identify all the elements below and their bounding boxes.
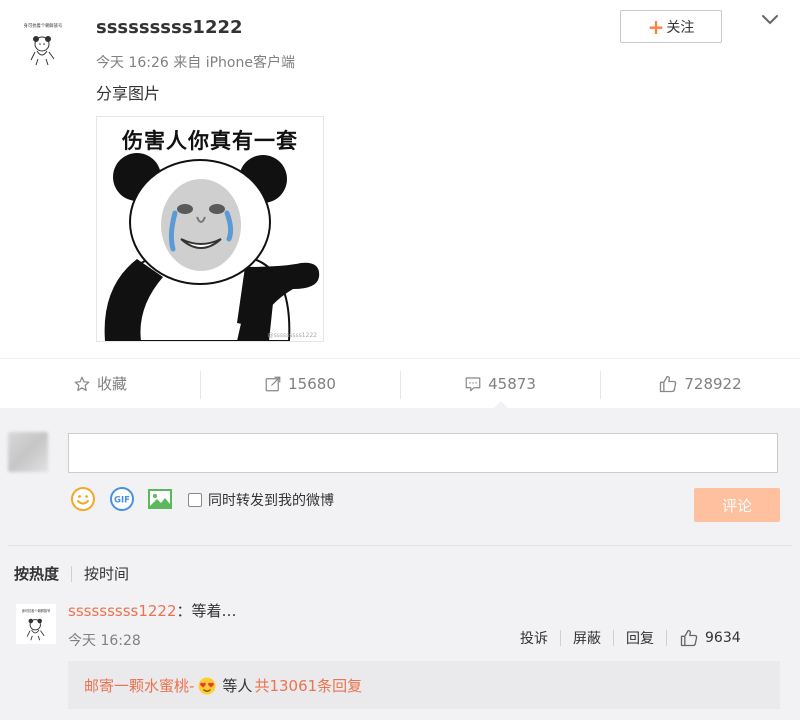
- repost-button[interactable]: 15680: [200, 359, 400, 408]
- comment-like-count: 9634: [705, 630, 741, 646]
- action-separator: [666, 630, 667, 646]
- comment-like-button[interactable]: 9634: [679, 628, 741, 648]
- favorite-label: 收藏: [96, 375, 127, 393]
- comment-time: 今天 16:28: [68, 633, 141, 649]
- commenter-name-link[interactable]: sssssssss1222: [68, 602, 177, 620]
- follow-label: 关注: [666, 19, 695, 36]
- plus-icon: +: [647, 14, 665, 39]
- action-separator: [560, 630, 561, 646]
- author-avatar[interactable]: 身可抗着个朝鲜族号: [16, 16, 70, 70]
- share-icon: [265, 376, 281, 391]
- submit-comment-button[interactable]: 评论: [694, 488, 780, 522]
- favorite-button[interactable]: 收藏: [0, 359, 200, 408]
- follow-button[interactable]: + 关注: [620, 10, 722, 43]
- repost-count: 15680: [288, 374, 336, 393]
- post-meta: 今天 16:26 来自 iPhone客户端: [96, 55, 295, 71]
- post-action-bar: 收藏 15680 45873 728922: [0, 358, 800, 408]
- comment-text: ：等着…: [176, 602, 237, 620]
- tab-sort-hot[interactable]: 按热度: [14, 563, 59, 584]
- comment-section: GIF 同时转发到我的微博 评论 按热度 按时间 身可抗着个朝鲜族号 sssss…: [0, 408, 800, 720]
- view-all-replies-link[interactable]: 共13061条回复: [254, 675, 362, 696]
- thumbs-up-icon: [660, 375, 677, 392]
- reply-middle-text: 等人: [222, 676, 253, 695]
- chevron-down-icon[interactable]: [758, 8, 782, 32]
- thumbs-up-icon: [680, 629, 698, 647]
- svg-text:身可抗着个朝鲜族号: 身可抗着个朝鲜族号: [24, 22, 63, 29]
- meme-watermark: @sssssssss1222: [268, 332, 318, 339]
- divider: [8, 545, 792, 546]
- weibo-post: 身可抗着个朝鲜族号 sssssssss1222 今天 16:26 来自 iPho…: [0, 0, 800, 358]
- action-separator: [613, 630, 614, 646]
- comment-input[interactable]: [68, 433, 778, 473]
- current-user-avatar: [8, 432, 48, 472]
- repost-checkbox[interactable]: 同时转发到我的微博: [188, 490, 334, 510]
- comment-body: sssssssss1222：等着…: [68, 600, 237, 622]
- image-icon[interactable]: [147, 486, 173, 512]
- post-text: 分享图片: [96, 84, 161, 103]
- comment-actions: 投诉 屏蔽 回复 9634: [520, 628, 741, 648]
- emoji-smiley-icon[interactable]: [70, 486, 96, 512]
- tab-separator: [71, 565, 73, 582]
- comment-sort-tabs: 按热度 按时间: [14, 563, 129, 584]
- report-link[interactable]: 投诉: [520, 628, 548, 648]
- star-icon: [74, 376, 90, 391]
- checkbox-box[interactable]: [188, 493, 202, 507]
- author-name[interactable]: sssssssss1222: [96, 12, 243, 44]
- block-link[interactable]: 屏蔽: [573, 628, 601, 648]
- like-count: 728922: [684, 374, 742, 393]
- svg-text:身可抗着个朝鲜族号: 身可抗着个朝鲜族号: [22, 608, 51, 613]
- comment-button[interactable]: 45873: [400, 359, 600, 408]
- gif-icon[interactable]: GIF: [109, 486, 135, 512]
- meme-caption: 伤害人你真有一套: [122, 129, 298, 153]
- tab-sort-time[interactable]: 按时间: [84, 563, 129, 584]
- meme-image[interactable]: @sssssssss1222 伤害人你真有一套: [96, 116, 324, 342]
- reply-summary: 邮寄一颗水蜜桃- 等人 共13061条回复: [68, 661, 780, 709]
- reply-link[interactable]: 回复: [626, 628, 654, 648]
- comment-icon: [465, 376, 481, 391]
- like-button[interactable]: 728922: [600, 359, 800, 408]
- heart-eyes-emoji-icon: [198, 677, 216, 695]
- comment-count: 45873: [488, 374, 536, 393]
- reply-user-link[interactable]: 邮寄一颗水蜜桃-: [84, 675, 194, 696]
- commenter-avatar[interactable]: 身可抗着个朝鲜族号: [16, 604, 56, 644]
- panda-avatar-image: 身可抗着个朝鲜族号: [24, 22, 63, 66]
- panda-avatar-image: 身可抗着个朝鲜族号: [22, 608, 51, 641]
- repost-checkbox-label: 同时转发到我的微博: [208, 493, 334, 509]
- svg-text:GIF: GIF: [114, 496, 130, 506]
